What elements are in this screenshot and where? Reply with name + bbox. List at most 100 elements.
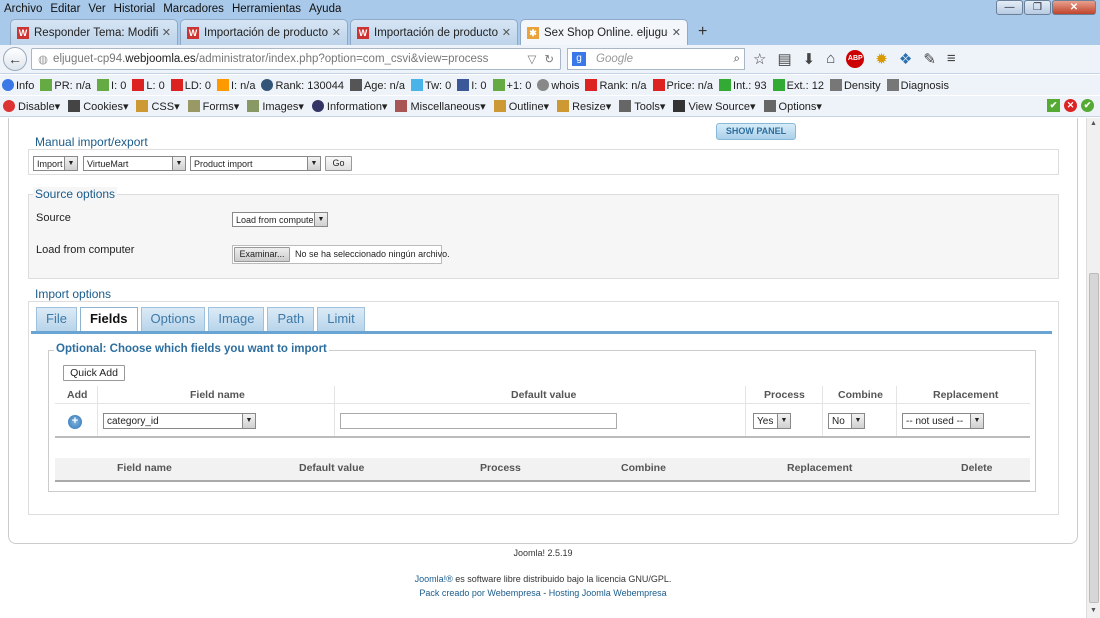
page-scrollbar[interactable]: ▲ ▼ — [1086, 118, 1100, 618]
outline-menu[interactable]: Outline▾ — [493, 99, 549, 113]
forms-menu[interactable]: Forms▾ — [187, 99, 239, 113]
menu-ayuda[interactable]: Ayuda — [305, 3, 345, 15]
bookmark-star-icon[interactable]: ☆ — [753, 50, 766, 68]
seo-item[interactable]: L: 0 — [132, 78, 165, 92]
close-tab-icon[interactable]: ✕ — [672, 26, 681, 39]
browser-tab[interactable]: W Importación de productos ... ✕ — [350, 19, 518, 45]
tab-fields[interactable]: Fields — [79, 307, 138, 331]
download-icon[interactable]: ⬇ — [803, 50, 816, 68]
url-bar[interactable]: ◍ eljuguet-cp94. webjoomla.es/administrat… — [31, 48, 561, 70]
options-menu[interactable]: Options▾ — [763, 99, 822, 113]
chevron-down-icon: ▼ — [307, 157, 320, 170]
seo-item[interactable]: I: n/a — [217, 78, 255, 92]
seo-item[interactable]: Tw: 0 — [410, 78, 451, 92]
replacement-select[interactable]: -- not used -- ▼ — [902, 413, 984, 429]
seo-item[interactable]: I: 0 — [97, 78, 126, 92]
seo-item[interactable]: LD: 0 — [170, 78, 211, 92]
dropdown-arrow-icon[interactable]: ▽ — [528, 52, 537, 66]
combine-select[interactable]: No ▼ — [828, 413, 865, 429]
pen-icon[interactable]: ✎ — [923, 50, 936, 68]
header-replacement: Replacement — [933, 389, 999, 401]
show-panel-button[interactable]: SHOW PANEL — [716, 123, 796, 140]
disable-menu[interactable]: Disable▾ — [3, 99, 60, 113]
browse-button[interactable]: Examinar... — [234, 247, 290, 262]
google-icon[interactable]: g — [572, 52, 586, 66]
cookies-menu[interactable]: Cookies▾ — [68, 99, 128, 113]
gear-icon[interactable]: ✹ — [875, 50, 888, 68]
maximize-button[interactable]: ❐ — [1024, 0, 1051, 15]
seo-item[interactable]: Info — [2, 78, 34, 92]
template-select[interactable]: Product import ▼ — [190, 156, 321, 171]
default-value-input[interactable] — [340, 413, 617, 429]
menu-hamburger-icon[interactable]: ≡ — [947, 50, 956, 68]
seo-item[interactable]: whois — [537, 78, 579, 92]
field-name-select[interactable]: category_id ▼ — [103, 413, 256, 429]
view-source-menu[interactable]: View Source▾ — [673, 99, 756, 113]
information-menu[interactable]: Information▾ — [311, 99, 387, 113]
seo-item[interactable]: Int.: 93 — [719, 78, 767, 92]
joomla-link[interactable]: Joomla!® — [415, 574, 453, 584]
minimize-button[interactable]: — — [996, 0, 1023, 15]
close-window-button[interactable]: ✕ — [1052, 0, 1096, 15]
reload-icon[interactable]: ↻ — [544, 52, 554, 66]
back-button[interactable]: ← — [3, 47, 27, 71]
magnifier-icon[interactable]: ⌕ — [734, 53, 740, 66]
seo-item[interactable]: Rank: n/a — [585, 78, 647, 92]
close-tab-icon[interactable]: ✕ — [332, 26, 341, 39]
seo-item[interactable]: Price: n/a — [652, 78, 713, 92]
tools-menu[interactable]: Tools▾ — [619, 99, 665, 113]
seo-item[interactable]: +1: 0 — [492, 78, 531, 92]
menu-marcadores[interactable]: Marcadores — [159, 3, 228, 15]
header-field-name: Field name — [190, 389, 245, 401]
go-button[interactable]: Go — [325, 156, 352, 171]
scrollbar-thumb[interactable] — [1089, 273, 1099, 603]
component-select[interactable]: VirtueMart ▼ — [83, 156, 186, 171]
css-menu[interactable]: CSS▾ — [136, 99, 180, 113]
close-tab-icon[interactable]: ✕ — [502, 26, 511, 39]
hosting-link[interactable]: Hosting Joomla Webempresa — [549, 588, 667, 598]
menu-ver[interactable]: Ver — [84, 3, 109, 15]
tab-options[interactable]: Options — [140, 307, 206, 331]
bookmarks-list-icon[interactable]: ▤ — [777, 50, 791, 68]
scroll-down-icon[interactable]: ▼ — [1090, 607, 1097, 614]
seo-item[interactable]: Diagnosis — [886, 78, 949, 92]
source-select[interactable]: Load from computer ▼ — [232, 212, 328, 227]
ok-status-icon[interactable]: ✔ — [1081, 99, 1094, 112]
close-tab-icon[interactable]: ✕ — [162, 26, 171, 39]
add-field-icon[interactable]: + — [68, 415, 82, 429]
tab-limit[interactable]: Limit — [317, 307, 365, 331]
seo-item[interactable]: PR: n/a — [40, 78, 91, 92]
browser-tab[interactable]: W Importación de productos ... ✕ — [180, 19, 348, 45]
browser-tab[interactable]: W Responder Tema: Modifica... ✕ — [10, 19, 178, 45]
menu-herramientas[interactable]: Herramientas — [228, 3, 305, 15]
resize-menu[interactable]: Resize▾ — [557, 99, 611, 113]
table-header-combine: Combine — [621, 462, 666, 474]
error-icon[interactable]: ✕ — [1064, 99, 1077, 112]
browser-tab-active[interactable]: ✱ Sex Shop Online. eljuguete... ✕ — [520, 19, 688, 45]
miscellaneous-menu[interactable]: Miscellaneous▾ — [395, 99, 486, 113]
tab-file[interactable]: File — [36, 307, 77, 331]
seo-item[interactable]: Age: n/a — [349, 78, 405, 92]
checkmark-icon[interactable]: ✔ — [1047, 99, 1060, 112]
seo-item[interactable]: Rank: 130044 — [261, 78, 344, 92]
search-box[interactable]: g Google ⌕ — [567, 48, 745, 70]
tab-image[interactable]: Image — [208, 307, 265, 331]
process-select[interactable]: Yes ▼ — [753, 413, 791, 429]
seo-item[interactable]: Density — [829, 78, 881, 92]
home-icon[interactable]: ⌂ — [826, 50, 835, 68]
menu-editar[interactable]: Editar — [46, 3, 84, 15]
adblock-icon[interactable]: ABP — [846, 50, 865, 68]
menu-archivo[interactable]: Archivo — [0, 3, 46, 15]
scroll-up-icon[interactable]: ▲ — [1090, 120, 1097, 127]
action-select[interactable]: Import ▼ — [33, 156, 78, 171]
extension-icon[interactable]: ❖ — [899, 50, 912, 68]
new-tab-button[interactable]: + — [690, 19, 715, 45]
quick-add-button[interactable]: Quick Add — [63, 365, 125, 381]
menu-historial[interactable]: Historial — [110, 3, 160, 15]
seo-item[interactable]: Ext.: 12 — [772, 78, 824, 92]
images-menu[interactable]: Images▾ — [247, 99, 304, 113]
chevron-down-icon: ▼ — [172, 157, 185, 170]
pack-link[interactable]: Pack creado por Webempresa — [419, 588, 540, 598]
tab-path[interactable]: Path — [267, 307, 315, 331]
seo-item[interactable]: I: 0 — [457, 78, 487, 92]
